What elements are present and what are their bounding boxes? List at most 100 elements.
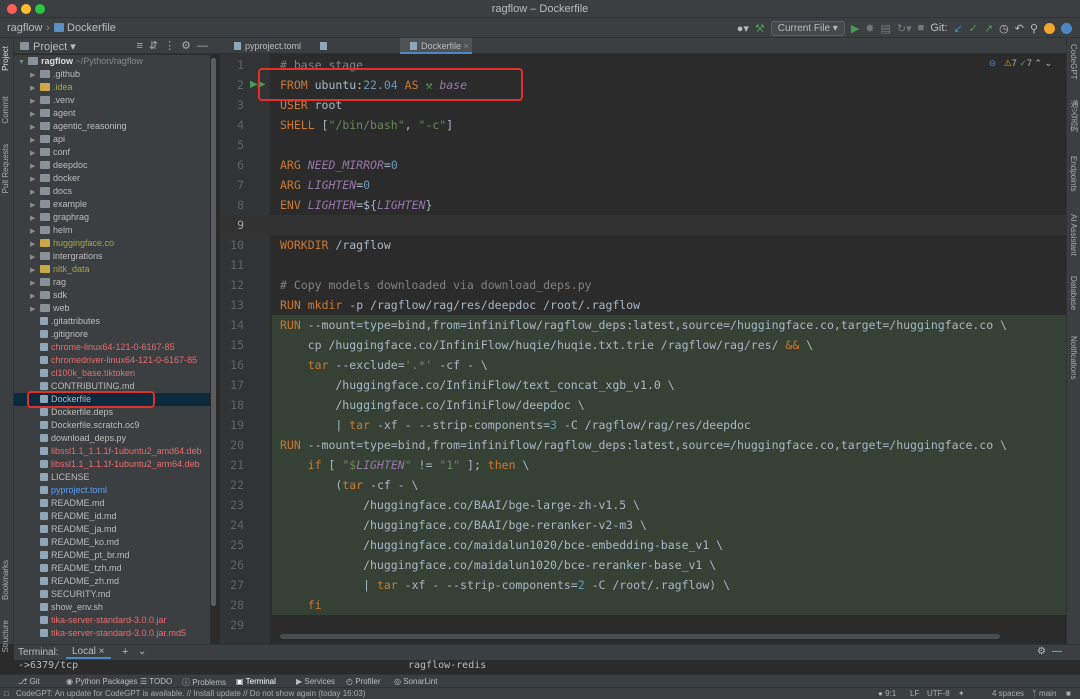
history-icon[interactable]: ◷ (999, 22, 1009, 35)
tree-file[interactable]: README_zh.md (14, 575, 210, 588)
code-line[interactable]: | tar -xf - --strip-components=2 -C /roo… (280, 575, 1066, 595)
tree-folder[interactable]: ▶ deepdoc (14, 159, 210, 172)
editor-horizontal-scrollbar[interactable] (280, 634, 1000, 639)
breadcrumb-project[interactable]: ragflow (7, 22, 42, 34)
run-icon[interactable]: ▶ (851, 22, 859, 35)
update-icon[interactable] (1044, 22, 1055, 34)
tree-folder[interactable]: ▶ docker (14, 172, 210, 185)
close-tab-icon[interactable]: × (461, 41, 469, 51)
new-terminal-icon[interactable]: + (122, 646, 128, 658)
code-line[interactable]: SHELL ["/bin/bash", "-c"] (280, 115, 1066, 135)
run-configuration-select[interactable]: Current File ▾ (770, 20, 845, 36)
tree-file[interactable]: Dockerfile.scratch.oc9 (14, 419, 210, 432)
code-line[interactable]: RUN mkdir -p /ragflow/rag/res/deepdoc /r… (280, 295, 1066, 315)
tree-file[interactable]: show_env.sh (14, 601, 210, 614)
code-line[interactable]: tar --exclude='.*' -cf - \ (280, 355, 1066, 375)
tab-pyproject-toml[interactable]: pyproject.toml × (224, 38, 308, 67)
tongyi-tool-tab[interactable]: 通义灵码 (1069, 100, 1080, 132)
ai-assistant-tool-tab[interactable]: AI Assistant (1069, 214, 1078, 256)
toolwindow-sonarlint[interactable]: ◎ SonarLint (394, 677, 437, 686)
code-line[interactable]: # Copy models downloaded via download_de… (280, 275, 1066, 295)
code-line[interactable]: /huggingface.co/InfiniFlow/text_concat_x… (280, 375, 1066, 395)
tree-file[interactable]: README_pt_br.md (14, 549, 210, 562)
code-line[interactable]: fi (280, 595, 1066, 615)
tab-dockerfile[interactable]: Dockerfile × (400, 38, 472, 54)
tree-folder[interactable]: ▶ docs (14, 185, 210, 198)
tree-file[interactable]: tika-server-standard-3.0.0.jar.md5 (14, 627, 210, 640)
tree-folder[interactable]: ▶ example (14, 198, 210, 211)
code-line[interactable]: /huggingface.co/BAAI/bge-large-zh-v1.5 \ (280, 495, 1066, 515)
tab-download-deps-py[interactable]: download_deps.py × (310, 38, 398, 83)
project-panel-tools[interactable]: ≡⇵⋮⚙— (137, 39, 215, 52)
notifications-tool-tab[interactable]: Notifications (1069, 336, 1078, 380)
toolwindow-python-packages[interactable]: ◉ Python Packages (66, 677, 137, 686)
tree-file[interactable]: .gitignore (14, 328, 210, 341)
status-ai-icon[interactable]: ✦ (958, 689, 965, 698)
toolwindow-todo[interactable]: ☰ TODO (140, 677, 172, 686)
toolwindow-terminal[interactable]: ▣ Terminal (236, 677, 276, 686)
toolwindow-profiler[interactable]: ◴ Profiler (346, 677, 381, 686)
tree-folder[interactable]: ▶ .idea (14, 81, 210, 94)
rollback-icon[interactable]: ↶ (1015, 22, 1024, 35)
tree-file[interactable]: tika-server-standard-3.0.0.jar (14, 614, 210, 627)
pull-requests-tool-tab[interactable]: Pull Requests (1, 144, 10, 193)
user-icon[interactable]: ●▾ (737, 22, 749, 35)
tree-folder[interactable]: ▶ conf (14, 146, 210, 159)
status-message[interactable]: CodeGPT: An update for CodeGPT is availa… (16, 689, 365, 698)
tree-file[interactable]: libssl1.1_1.1.1f-1ubuntu2_amd64.deb (14, 445, 210, 458)
status-indent[interactable]: 4 spaces (992, 689, 1024, 698)
git-push-icon[interactable]: ↗ (984, 22, 993, 35)
tree-file[interactable]: pyproject.toml (14, 484, 210, 497)
debug-icon[interactable]: ✸ (865, 22, 874, 35)
terminal-tab-local[interactable]: Local × (66, 646, 111, 659)
code-line[interactable]: /huggingface.co/maidalun1020/bce-reranke… (280, 555, 1066, 575)
tree-file[interactable]: cl100k_base.tiktoken (14, 367, 210, 380)
tree-folder[interactable]: ▶ helm (14, 224, 210, 237)
code-line[interactable]: | tar -xf - --strip-components=3 -C /rag… (280, 415, 1066, 435)
code-line[interactable]: ARG NEED_MIRROR=0 (280, 155, 1066, 175)
project-tool-tab[interactable]: Project (1, 46, 10, 71)
code-line[interactable]: /huggingface.co/BAAI/bge-reranker-v2-m3 … (280, 515, 1066, 535)
stop-icon[interactable]: ■ (918, 22, 925, 34)
code-line[interactable]: ARG LIGHTEN=0 (280, 175, 1066, 195)
code-line[interactable] (280, 255, 1066, 275)
tree-folder[interactable]: ▶ web (14, 302, 210, 315)
status-position[interactable]: ● 9:1 (878, 689, 896, 698)
tree-file[interactable]: LICENSE (14, 471, 210, 484)
tree-folder[interactable]: ▶ agentic_reasoning (14, 120, 210, 133)
tree-folder[interactable]: ▶ intergrations (14, 250, 210, 263)
tree-file[interactable]: README_ja.md (14, 523, 210, 536)
status-lock-file-icon[interactable]: ■ (1066, 689, 1071, 698)
git-update-icon[interactable]: ↙ (953, 22, 962, 35)
tree-file[interactable]: README_ko.md (14, 536, 210, 549)
status-encoding[interactable]: UTF-8 (927, 689, 950, 698)
terminal-options-icon[interactable]: ⚙— (1037, 646, 1068, 657)
code-line[interactable] (280, 615, 1066, 635)
terminal-output[interactable]: ->6379/tcp ragflow-redis (14, 660, 1080, 674)
git-commit-icon[interactable]: ✓ (969, 22, 978, 35)
build-hammer-icon[interactable]: ⚒ (755, 22, 765, 35)
tree-folder[interactable]: ▶ .venv (14, 94, 210, 107)
code-line[interactable]: /huggingface.co/InfiniFlow/deepdoc \ (280, 395, 1066, 415)
tree-folder[interactable]: ▶ sdk (14, 289, 210, 302)
code-editor[interactable]: ⊖ ⚠7 ✓7 ⌃ ⌄ 1 # base stage 2 FROM ubuntu:22… (220, 54, 1066, 644)
code-line[interactable]: cp /huggingface.co/InfiniFlow/huqie/huqi… (280, 335, 1066, 355)
tree-file[interactable]: .gitattributes (14, 315, 210, 328)
project-tree-scrollbar[interactable] (211, 58, 216, 606)
code-line[interactable]: if [ "$LIGHTEN" != "1" ]; then \ (280, 455, 1066, 475)
code-line[interactable]: ENV LIGHTEN=${LIGHTEN} (280, 195, 1066, 215)
code-line[interactable]: RUN --mount=type=bind,from=infiniflow/ra… (280, 315, 1066, 335)
profile-icon[interactable]: ↻▾ (897, 22, 912, 35)
tree-file[interactable]: README_tzh.md (14, 562, 210, 575)
project-panel-title[interactable]: Project ▾ (20, 40, 76, 53)
commit-tool-tab[interactable]: Commit (1, 96, 10, 124)
endpoints-tool-tab[interactable]: Endpoints (1069, 156, 1078, 192)
bookmarks-tool-tab[interactable]: Bookmarks (1, 560, 10, 600)
status-line-separator[interactable]: LF (910, 689, 919, 698)
database-tool-tab[interactable]: Database (1069, 276, 1078, 310)
terminal-menu-icon[interactable]: ⌄ (138, 646, 146, 657)
tree-folder[interactable]: ▶ rag (14, 276, 210, 289)
toolwindow-services[interactable]: ▶ Services (296, 677, 335, 686)
toolwindow-git[interactable]: ⎇ Git (18, 677, 40, 686)
tree-file[interactable]: libssl1.1_1.1.1f-1ubuntu2_arm64.deb (14, 458, 210, 471)
